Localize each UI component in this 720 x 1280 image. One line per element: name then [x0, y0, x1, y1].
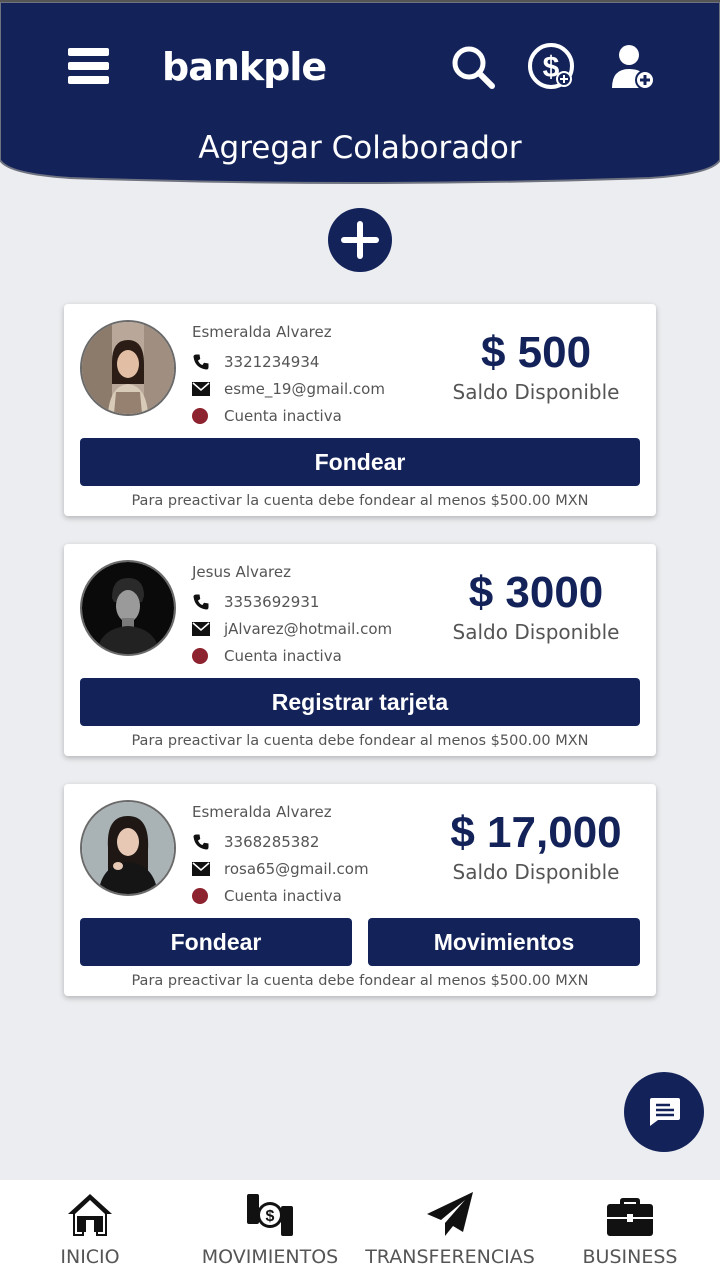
nav-label: BUSINESS: [582, 1246, 678, 1268]
balance-amount: $ 3000: [468, 568, 604, 617]
balance-block: $ 500 Saldo Disponible: [436, 326, 636, 404]
account-status: Cuenta inactiva: [224, 646, 342, 665]
phone-icon: [193, 354, 209, 369]
email-row: jAlvarez@hotmail.com: [192, 615, 452, 642]
collaborator-name: Jesus Alvarez: [192, 563, 291, 581]
balance-block: $ 17,000 Saldo Disponible: [436, 806, 636, 884]
email-row: rosa65@gmail.com: [192, 855, 452, 882]
fondear-button[interactable]: Fondear: [80, 438, 640, 486]
avatar: [80, 800, 176, 896]
phone-row: 3321234934: [192, 348, 452, 375]
activation-note: Para preactivar la cuenta debe fondear a…: [131, 493, 589, 509]
phone-number: 3368285382: [224, 832, 320, 851]
bankple-logo: bankple: [162, 45, 327, 89]
add-balance-icon[interactable]: $: [527, 42, 577, 92]
collaborator-card: Jesus Alvarez 3353692931 jAlvarez@hotmai…: [64, 544, 656, 756]
collaborator-info: Jesus Alvarez 3353692931 jAlvarez@hotmai…: [192, 562, 452, 669]
phone-icon: [193, 594, 209, 609]
email-address: rosa65@gmail.com: [224, 859, 369, 878]
paper-plane-icon: [427, 1192, 473, 1236]
activation-note: Para preactivar la cuenta debe fondear a…: [131, 733, 589, 749]
add-user-icon[interactable]: [608, 42, 658, 92]
bottom-navigation: INICIO $ MOVIMIENTOS TRANSFERENCIAS BUSI…: [0, 1180, 720, 1280]
balance-amount: $ 17,000: [450, 808, 622, 857]
email-address: esme_19@gmail.com: [224, 379, 385, 398]
page-title: Agregar Colaborador: [198, 130, 522, 166]
collaborator-info: Esmeralda Alvarez 3321234934 esme_19@gma…: [192, 322, 452, 429]
avatar: [80, 320, 176, 416]
phone-icon: [193, 834, 209, 849]
briefcase-icon: [607, 1198, 653, 1236]
account-status: Cuenta inactiva: [224, 886, 342, 905]
collaborator-card: Esmeralda Alvarez 3321234934 esme_19@gma…: [64, 304, 656, 516]
card-actions: Registrar tarjeta: [80, 678, 640, 726]
collaborator-info: Esmeralda Alvarez 3368285382 rosa65@gmai…: [192, 802, 452, 909]
phone-row: 3368285382: [192, 828, 452, 855]
phone-number: 3321234934: [224, 352, 320, 371]
phone-number: 3353692931: [224, 592, 320, 611]
add-collaborator-button[interactable]: [328, 208, 392, 272]
email-row: esme_19@gmail.com: [192, 375, 452, 402]
balance-label: Saldo Disponible: [452, 860, 620, 884]
status-dot-icon: [192, 647, 208, 664]
status-row: Cuenta inactiva: [192, 882, 452, 909]
balance-amount: $ 500: [480, 328, 592, 377]
email-address: jAlvarez@hotmail.com: [224, 619, 393, 638]
mail-icon: [192, 621, 210, 636]
chat-icon: [650, 1098, 680, 1126]
collaborator-name: Esmeralda Alvarez: [192, 323, 332, 341]
home-icon: [68, 1194, 112, 1236]
money-exchange-icon: $: [247, 1194, 293, 1236]
collaborator-name: Esmeralda Alvarez: [192, 803, 332, 821]
svg-text:$: $: [266, 1208, 275, 1225]
collaborator-card: Esmeralda Alvarez 3368285382 rosa65@gmai…: [64, 784, 656, 996]
card-actions: Fondear Movimientos: [80, 918, 640, 966]
balance-label: Saldo Disponible: [452, 620, 620, 644]
register-card-button[interactable]: Registrar tarjeta: [80, 678, 640, 726]
plus-icon: [341, 221, 379, 259]
phone-row: 3353692931: [192, 588, 452, 615]
nav-transferencias[interactable]: TRANSFERENCIAS: [360, 1180, 540, 1280]
app-header: bankple $ Agregar Colaborador: [0, 2, 720, 184]
chat-button[interactable]: [624, 1072, 704, 1152]
nav-label: TRANSFERENCIAS: [365, 1246, 535, 1268]
mail-icon: [192, 861, 210, 876]
fondear-button[interactable]: Fondear: [80, 918, 352, 966]
nav-business[interactable]: BUSINESS: [540, 1180, 720, 1280]
card-actions: Fondear: [80, 438, 640, 486]
status-dot-icon: [192, 887, 208, 904]
balance-block: $ 3000 Saldo Disponible: [436, 566, 636, 644]
activation-note: Para preactivar la cuenta debe fondear a…: [131, 973, 589, 989]
search-icon[interactable]: [448, 42, 498, 92]
mail-icon: [192, 381, 210, 396]
status-row: Cuenta inactiva: [192, 402, 452, 429]
balance-label: Saldo Disponible: [452, 380, 620, 404]
avatar: [80, 560, 176, 656]
status-dot-icon: [192, 407, 208, 424]
nav-label: INICIO: [60, 1246, 120, 1268]
movimientos-button[interactable]: Movimientos: [368, 918, 640, 966]
account-status: Cuenta inactiva: [224, 406, 342, 425]
menu-icon[interactable]: [68, 48, 109, 84]
nav-label: MOVIMIENTOS: [201, 1246, 339, 1268]
nav-movimientos[interactable]: $ MOVIMIENTOS: [180, 1180, 360, 1280]
status-row: Cuenta inactiva: [192, 642, 452, 669]
nav-inicio[interactable]: INICIO: [0, 1180, 180, 1280]
